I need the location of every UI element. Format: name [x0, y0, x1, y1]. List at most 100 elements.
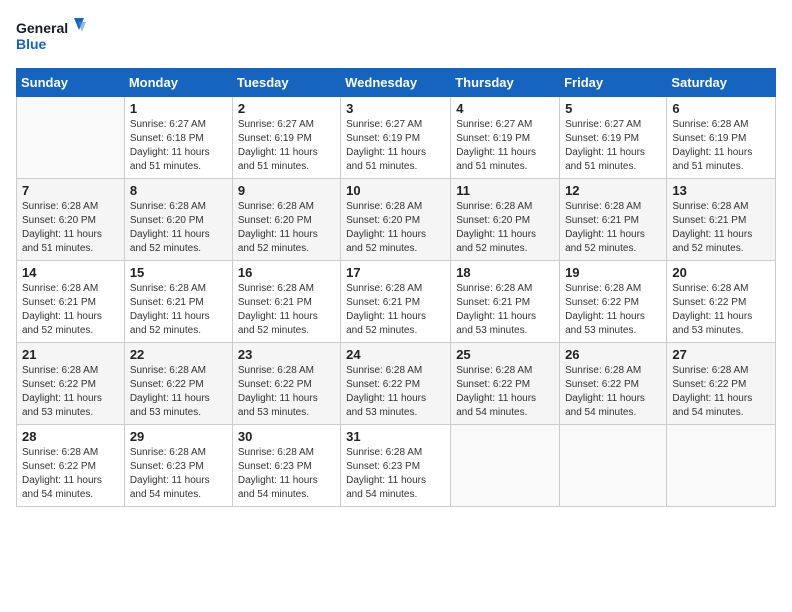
- calendar-day-cell: 28 Sunrise: 6:28 AMSunset: 6:22 PMDayligh…: [17, 425, 125, 507]
- day-number: 28: [22, 429, 119, 444]
- calendar-day-cell: 31 Sunrise: 6:28 AMSunset: 6:23 PMDayligh…: [341, 425, 451, 507]
- calendar-week-row: 7 Sunrise: 6:28 AMSunset: 6:20 PMDaylight…: [17, 179, 776, 261]
- calendar-day-cell: 21 Sunrise: 6:28 AMSunset: 6:22 PMDayligh…: [17, 343, 125, 425]
- day-number: 2: [238, 101, 335, 116]
- calendar-week-row: 21 Sunrise: 6:28 AMSunset: 6:22 PMDayligh…: [17, 343, 776, 425]
- day-info: Sunrise: 6:28 AMSunset: 6:22 PMDaylight:…: [22, 446, 119, 502]
- day-number: 6: [672, 101, 770, 116]
- day-info: Sunrise: 6:28 AMSunset: 6:21 PMDaylight:…: [130, 282, 227, 338]
- day-info: Sunrise: 6:28 AMSunset: 6:22 PMDaylight:…: [22, 364, 119, 420]
- day-info: Sunrise: 6:27 AMSunset: 6:19 PMDaylight:…: [346, 118, 445, 174]
- calendar-day-cell: [451, 425, 560, 507]
- day-number: 4: [456, 101, 554, 116]
- calendar-day-cell: 2 Sunrise: 6:27 AMSunset: 6:19 PMDaylight…: [232, 97, 340, 179]
- calendar-day-cell: 23 Sunrise: 6:28 AMSunset: 6:22 PMDayligh…: [232, 343, 340, 425]
- calendar-week-row: 1 Sunrise: 6:27 AMSunset: 6:18 PMDaylight…: [17, 97, 776, 179]
- calendar-day-cell: [560, 425, 667, 507]
- day-info: Sunrise: 6:28 AMSunset: 6:20 PMDaylight:…: [22, 200, 119, 256]
- calendar-day-cell: 26 Sunrise: 6:28 AMSunset: 6:22 PMDayligh…: [560, 343, 667, 425]
- day-info: Sunrise: 6:28 AMSunset: 6:21 PMDaylight:…: [346, 282, 445, 338]
- day-info: Sunrise: 6:28 AMSunset: 6:19 PMDaylight:…: [672, 118, 770, 174]
- day-info: Sunrise: 6:28 AMSunset: 6:22 PMDaylight:…: [346, 364, 445, 420]
- day-number: 30: [238, 429, 335, 444]
- day-number: 1: [130, 101, 227, 116]
- day-number: 7: [22, 183, 119, 198]
- day-number: 24: [346, 347, 445, 362]
- day-number: 17: [346, 265, 445, 280]
- day-number: 19: [565, 265, 661, 280]
- calendar-day-cell: 11Sunrise: 6:28 AMSunset: 6:20 PMDayligh…: [451, 179, 560, 261]
- day-number: 15: [130, 265, 227, 280]
- day-number: 5: [565, 101, 661, 116]
- day-number: 29: [130, 429, 227, 444]
- calendar-day-cell: [17, 97, 125, 179]
- day-number: 21: [22, 347, 119, 362]
- day-info: Sunrise: 6:28 AMSunset: 6:20 PMDaylight:…: [130, 200, 227, 256]
- weekday-header: Sunday: [17, 69, 125, 97]
- calendar-day-cell: 12 Sunrise: 6:28 AMSunset: 6:21 PMDayligh…: [560, 179, 667, 261]
- calendar-day-cell: 17 Sunrise: 6:28 AMSunset: 6:21 PMDayligh…: [341, 261, 451, 343]
- day-info: Sunrise: 6:27 AMSunset: 6:19 PMDaylight:…: [456, 118, 554, 174]
- day-info: Sunrise: 6:28 AMSunset: 6:20 PMDaylight:…: [238, 200, 335, 256]
- svg-text:General: General: [16, 20, 68, 36]
- day-info: Sunrise: 6:27 AMSunset: 6:19 PMDaylight:…: [565, 118, 661, 174]
- calendar-day-cell: 9 Sunrise: 6:28 AMSunset: 6:20 PMDaylight…: [232, 179, 340, 261]
- day-info: Sunrise: 6:28 AMSunset: 6:22 PMDaylight:…: [672, 364, 770, 420]
- day-info: Sunrise: 6:28 AMSunset: 6:21 PMDaylight:…: [238, 282, 335, 338]
- calendar-day-cell: 13 Sunrise: 6:28 AMSunset: 6:21 PMDayligh…: [667, 179, 776, 261]
- weekday-header: Saturday: [667, 69, 776, 97]
- calendar-day-cell: 16 Sunrise: 6:28 AMSunset: 6:21 PMDayligh…: [232, 261, 340, 343]
- day-number: 31: [346, 429, 445, 444]
- day-number: 11: [456, 183, 554, 198]
- day-number: 9: [238, 183, 335, 198]
- day-info: Sunrise: 6:28 AMSunset: 6:21 PMDaylight:…: [456, 282, 554, 338]
- calendar-table: SundayMondayTuesdayWednesdayThursdayFrid…: [16, 68, 776, 507]
- day-info: Sunrise: 6:27 AMSunset: 6:18 PMDaylight:…: [130, 118, 227, 174]
- day-info: Sunrise: 6:28 AMSunset: 6:21 PMDaylight:…: [672, 200, 770, 256]
- calendar-day-cell: 30 Sunrise: 6:28 AMSunset: 6:23 PMDayligh…: [232, 425, 340, 507]
- day-number: 12: [565, 183, 661, 198]
- weekday-header: Wednesday: [341, 69, 451, 97]
- day-number: 20: [672, 265, 770, 280]
- day-info: Sunrise: 6:28 AMSunset: 6:23 PMDaylight:…: [238, 446, 335, 502]
- day-number: 26: [565, 347, 661, 362]
- day-info: Sunrise: 6:28 AMSunset: 6:21 PMDaylight:…: [565, 200, 661, 256]
- weekday-header: Thursday: [451, 69, 560, 97]
- page-header: General Blue: [16, 16, 776, 56]
- day-number: 14: [22, 265, 119, 280]
- logo: General Blue: [16, 16, 86, 56]
- calendar-day-cell: 22Sunrise: 6:28 AMSunset: 6:22 PMDayligh…: [124, 343, 232, 425]
- weekday-header: Tuesday: [232, 69, 340, 97]
- day-info: Sunrise: 6:28 AMSunset: 6:22 PMDaylight:…: [672, 282, 770, 338]
- calendar-week-row: 14 Sunrise: 6:28 AMSunset: 6:21 PMDayligh…: [17, 261, 776, 343]
- calendar-day-cell: 18Sunrise: 6:28 AMSunset: 6:21 PMDayligh…: [451, 261, 560, 343]
- day-number: 16: [238, 265, 335, 280]
- calendar-day-cell: 6 Sunrise: 6:28 AMSunset: 6:19 PMDaylight…: [667, 97, 776, 179]
- day-info: Sunrise: 6:28 AMSunset: 6:22 PMDaylight:…: [565, 364, 661, 420]
- calendar-day-cell: 5 Sunrise: 6:27 AMSunset: 6:19 PMDaylight…: [560, 97, 667, 179]
- svg-text:Blue: Blue: [16, 36, 47, 52]
- calendar-day-cell: 15 Sunrise: 6:28 AMSunset: 6:21 PMDayligh…: [124, 261, 232, 343]
- calendar-day-cell: 25 Sunrise: 6:28 AMSunset: 6:22 PMDayligh…: [451, 343, 560, 425]
- day-number: 25: [456, 347, 554, 362]
- calendar-day-cell: 7 Sunrise: 6:28 AMSunset: 6:20 PMDaylight…: [17, 179, 125, 261]
- day-info: Sunrise: 6:28 AMSunset: 6:22 PMDaylight:…: [456, 364, 554, 420]
- day-number: 8: [130, 183, 227, 198]
- calendar-day-cell: 19Sunrise: 6:28 AMSunset: 6:22 PMDayligh…: [560, 261, 667, 343]
- calendar-week-row: 28 Sunrise: 6:28 AMSunset: 6:22 PMDayligh…: [17, 425, 776, 507]
- day-number: 13: [672, 183, 770, 198]
- weekday-header: Monday: [124, 69, 232, 97]
- day-info: Sunrise: 6:28 AMSunset: 6:22 PMDaylight:…: [238, 364, 335, 420]
- day-info: Sunrise: 6:28 AMSunset: 6:22 PMDaylight:…: [130, 364, 227, 420]
- calendar-day-cell: 10Sunrise: 6:28 AMSunset: 6:20 PMDayligh…: [341, 179, 451, 261]
- day-info: Sunrise: 6:27 AMSunset: 6:19 PMDaylight:…: [238, 118, 335, 174]
- calendar-day-cell: 3Sunrise: 6:27 AMSunset: 6:19 PMDaylight…: [341, 97, 451, 179]
- calendar-day-cell: 27Sunrise: 6:28 AMSunset: 6:22 PMDayligh…: [667, 343, 776, 425]
- day-info: Sunrise: 6:28 AMSunset: 6:21 PMDaylight:…: [22, 282, 119, 338]
- calendar-day-cell: 29Sunrise: 6:28 AMSunset: 6:23 PMDayligh…: [124, 425, 232, 507]
- calendar-day-cell: [667, 425, 776, 507]
- day-number: 23: [238, 347, 335, 362]
- calendar-day-cell: 14 Sunrise: 6:28 AMSunset: 6:21 PMDayligh…: [17, 261, 125, 343]
- day-info: Sunrise: 6:28 AMSunset: 6:23 PMDaylight:…: [346, 446, 445, 502]
- calendar-header-row: SundayMondayTuesdayWednesdayThursdayFrid…: [17, 69, 776, 97]
